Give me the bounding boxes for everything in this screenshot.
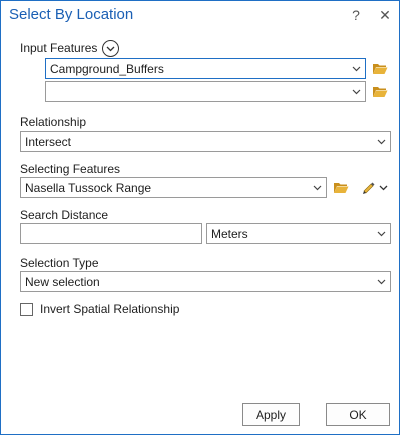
selecting-features-label: Selecting Features (20, 162, 121, 176)
close-button[interactable]: ✕ (376, 6, 394, 24)
selecting-features-value: Nasella Tussock Range (25, 181, 152, 195)
chevron-down-icon (377, 279, 386, 285)
folder-open-icon[interactable] (372, 85, 388, 98)
expand-toggle-button[interactable] (102, 40, 119, 57)
input-features-value-1: Campground_Buffers (50, 62, 164, 76)
selection-type-value: New selection (25, 275, 100, 289)
distance-unit-value: Meters (211, 227, 248, 241)
relationship-dropdown[interactable]: Intersect (20, 131, 391, 152)
selection-type-label: Selection Type (20, 256, 99, 270)
search-distance-label: Search Distance (20, 208, 109, 222)
relationship-value: Intersect (25, 135, 72, 149)
relationship-label: Relationship (20, 115, 87, 129)
dialog-title: Select By Location (9, 6, 134, 23)
chevron-down-icon (313, 185, 322, 191)
invert-spatial-relationship-checkbox[interactable] (20, 303, 33, 316)
chevron-down-icon (352, 66, 361, 72)
distance-unit-dropdown[interactable]: Meters (206, 223, 391, 244)
apply-button[interactable]: Apply (242, 403, 300, 426)
chevron-down-icon[interactable] (379, 183, 388, 192)
invert-spatial-relationship-label: Invert Spatial Relationship (40, 302, 180, 316)
selection-type-dropdown[interactable]: New selection (20, 271, 391, 292)
pencil-icon[interactable] (361, 180, 375, 194)
input-features-label: Input Features (20, 41, 98, 55)
selecting-features-combo[interactable]: Nasella Tussock Range (20, 177, 327, 198)
input-features-combo-1[interactable]: Campground_Buffers (45, 58, 366, 79)
help-button[interactable]: ? (347, 6, 365, 24)
input-features-combo-2[interactable] (45, 81, 366, 102)
chevron-down-icon (377, 139, 386, 145)
chevron-down-icon (352, 89, 361, 95)
chevron-down-icon (106, 46, 115, 52)
chevron-down-icon (377, 231, 386, 237)
select-by-location-dialog: Select By Location ? ✕ Input Features Ca… (0, 0, 400, 435)
title-bar: Select By Location ? ✕ (1, 1, 399, 29)
ok-button[interactable]: OK (326, 403, 390, 426)
search-distance-input[interactable] (20, 223, 202, 244)
folder-open-icon[interactable] (333, 181, 349, 194)
folder-open-icon[interactable] (372, 62, 388, 75)
